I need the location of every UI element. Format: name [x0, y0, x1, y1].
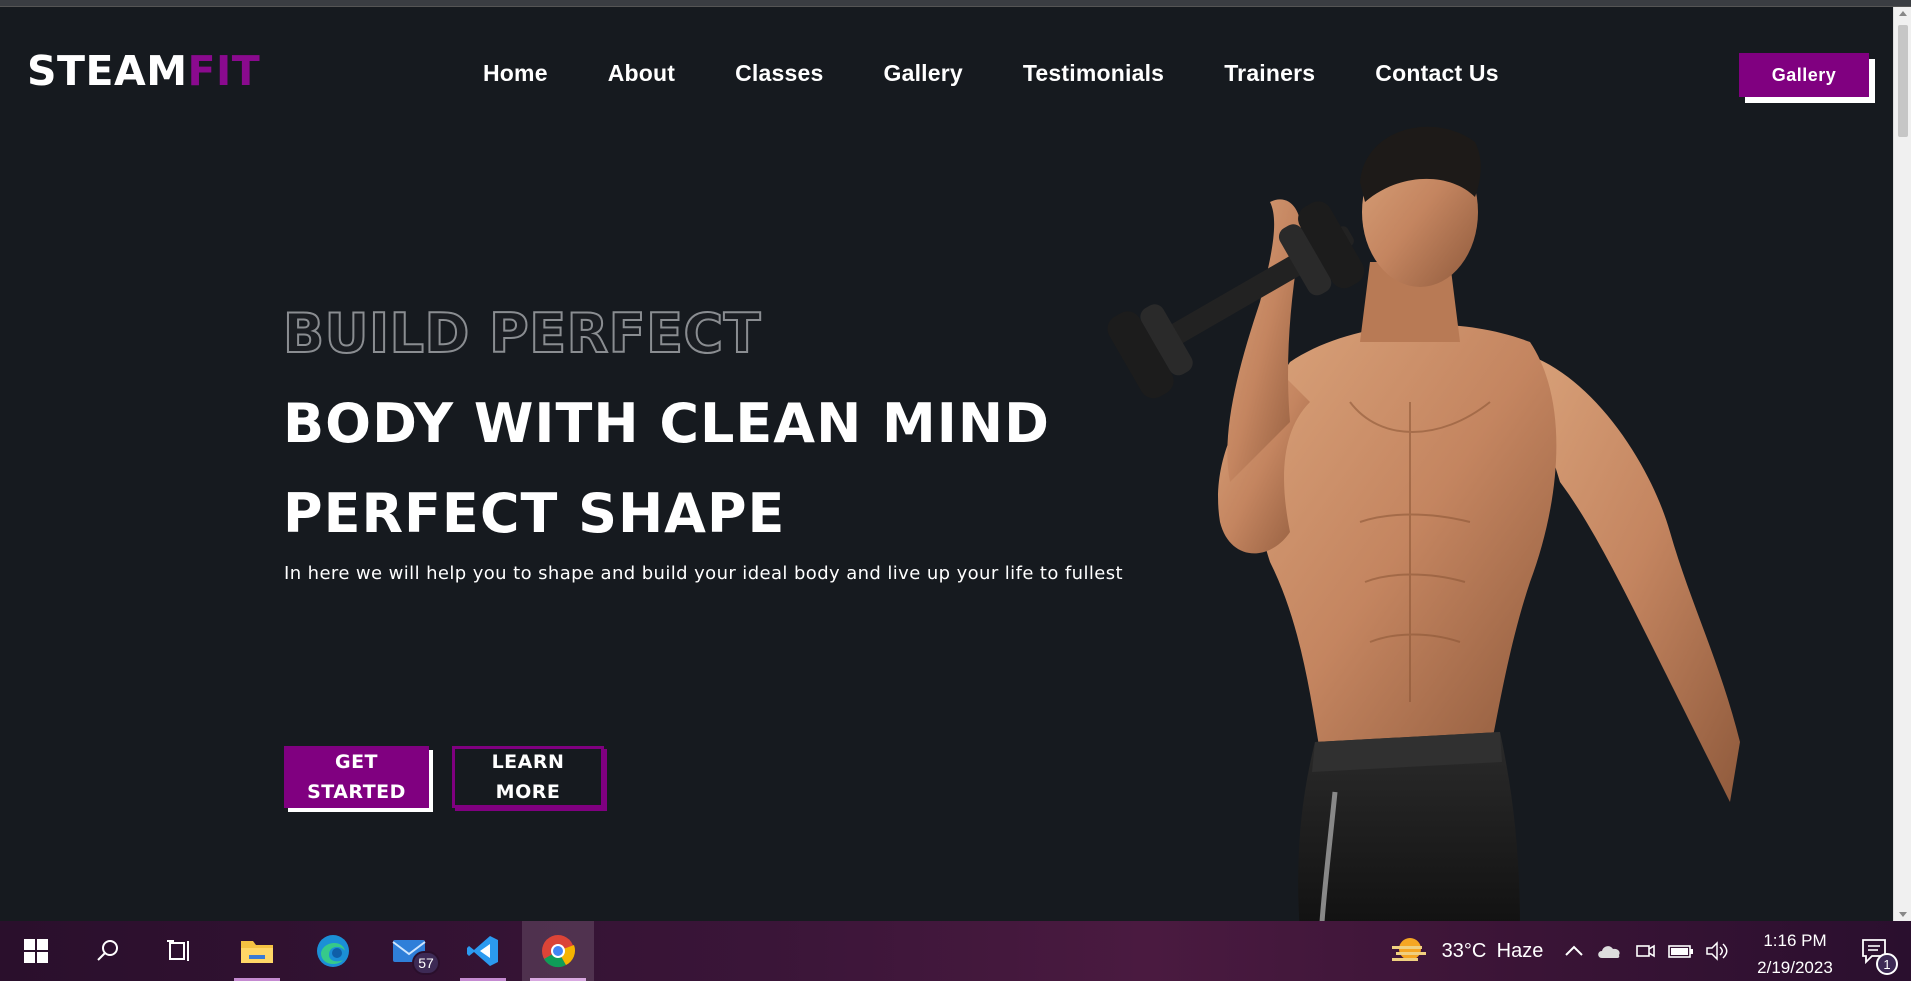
scroll-down-arrow-icon[interactable]	[1899, 912, 1907, 917]
hero-outline-heading: BUILD PERFECT	[282, 301, 761, 366]
get-started-label-2: STARTED	[307, 781, 406, 803]
main-nav: Home About Classes Gallery Testimonials …	[483, 60, 1499, 87]
nav-testimonials[interactable]: Testimonials	[1023, 60, 1164, 87]
windows-start-icon[interactable]	[8, 921, 64, 981]
learn-more-label-1: LEARN	[491, 751, 565, 773]
brand-logo[interactable]: STEAMFIT	[27, 47, 260, 95]
weather-desc[interactable]: Haze	[1497, 921, 1544, 981]
scroll-thumb[interactable]	[1898, 25, 1908, 137]
edge-icon[interactable]	[302, 921, 364, 981]
hero-subtitle: In here we will help you to shape and bu…	[284, 563, 1123, 584]
brand-logo-part1: STEAM	[27, 47, 188, 95]
clock-date: 2/19/2023	[1757, 958, 1833, 977]
file-explorer-icon[interactable]	[226, 921, 288, 981]
nav-classes[interactable]: Classes	[735, 60, 823, 87]
vscode-icon[interactable]	[452, 921, 514, 981]
meet-now-camera-icon[interactable]	[1630, 921, 1660, 981]
nav-contact-us[interactable]: Contact Us	[1375, 60, 1498, 87]
brand-logo-part2: FIT	[187, 47, 261, 95]
notification-count-badge: 1	[1876, 953, 1898, 975]
chevron-up-icon[interactable]	[1562, 921, 1586, 981]
webpage: STEAMFIT Home About Classes Gallery Test…	[0, 7, 1893, 921]
get-started-label-1: GET	[334, 751, 379, 773]
weather-temp[interactable]: 33°C	[1434, 921, 1494, 981]
volume-icon[interactable]	[1702, 921, 1732, 981]
clock-time: 1:16 PM	[1763, 931, 1827, 950]
learn-more-label-2: MORE	[495, 781, 561, 803]
nav-about[interactable]: About	[608, 60, 675, 87]
mail-icon[interactable]: 57	[376, 921, 446, 981]
system-clock[interactable]: 1:16 PM 2/19/2023	[1730, 927, 1860, 981]
browser-top-edge	[0, 0, 1911, 7]
hero-heading-line2: PERFECT SHAPE	[283, 482, 786, 545]
nav-gallery[interactable]: Gallery	[883, 60, 962, 87]
hero-athlete-image	[1107, 126, 1740, 921]
windows-taskbar: 57 33°C Haze 1	[0, 921, 1911, 981]
learn-more-button[interactable]: LEARN MORE	[452, 746, 604, 808]
mail-unread-badge: 57	[412, 951, 440, 975]
get-started-button[interactable]: GET STARTED	[284, 746, 429, 808]
weather-haze-icon[interactable]	[1385, 921, 1433, 981]
battery-icon[interactable]	[1664, 921, 1698, 981]
nav-trainers[interactable]: Trainers	[1224, 60, 1315, 87]
chrome-icon[interactable]	[522, 921, 594, 981]
search-icon[interactable]	[80, 921, 136, 981]
gallery-button[interactable]: Gallery	[1739, 53, 1869, 97]
onedrive-cloud-icon[interactable]	[1594, 921, 1624, 981]
task-view-icon[interactable]	[152, 921, 208, 981]
hero-heading-line1: BODY WITH CLEAN MIND	[283, 392, 1050, 455]
scroll-up-arrow-icon[interactable]	[1899, 11, 1907, 16]
page-scrollbar[interactable]	[1893, 7, 1911, 921]
nav-home[interactable]: Home	[483, 60, 548, 87]
